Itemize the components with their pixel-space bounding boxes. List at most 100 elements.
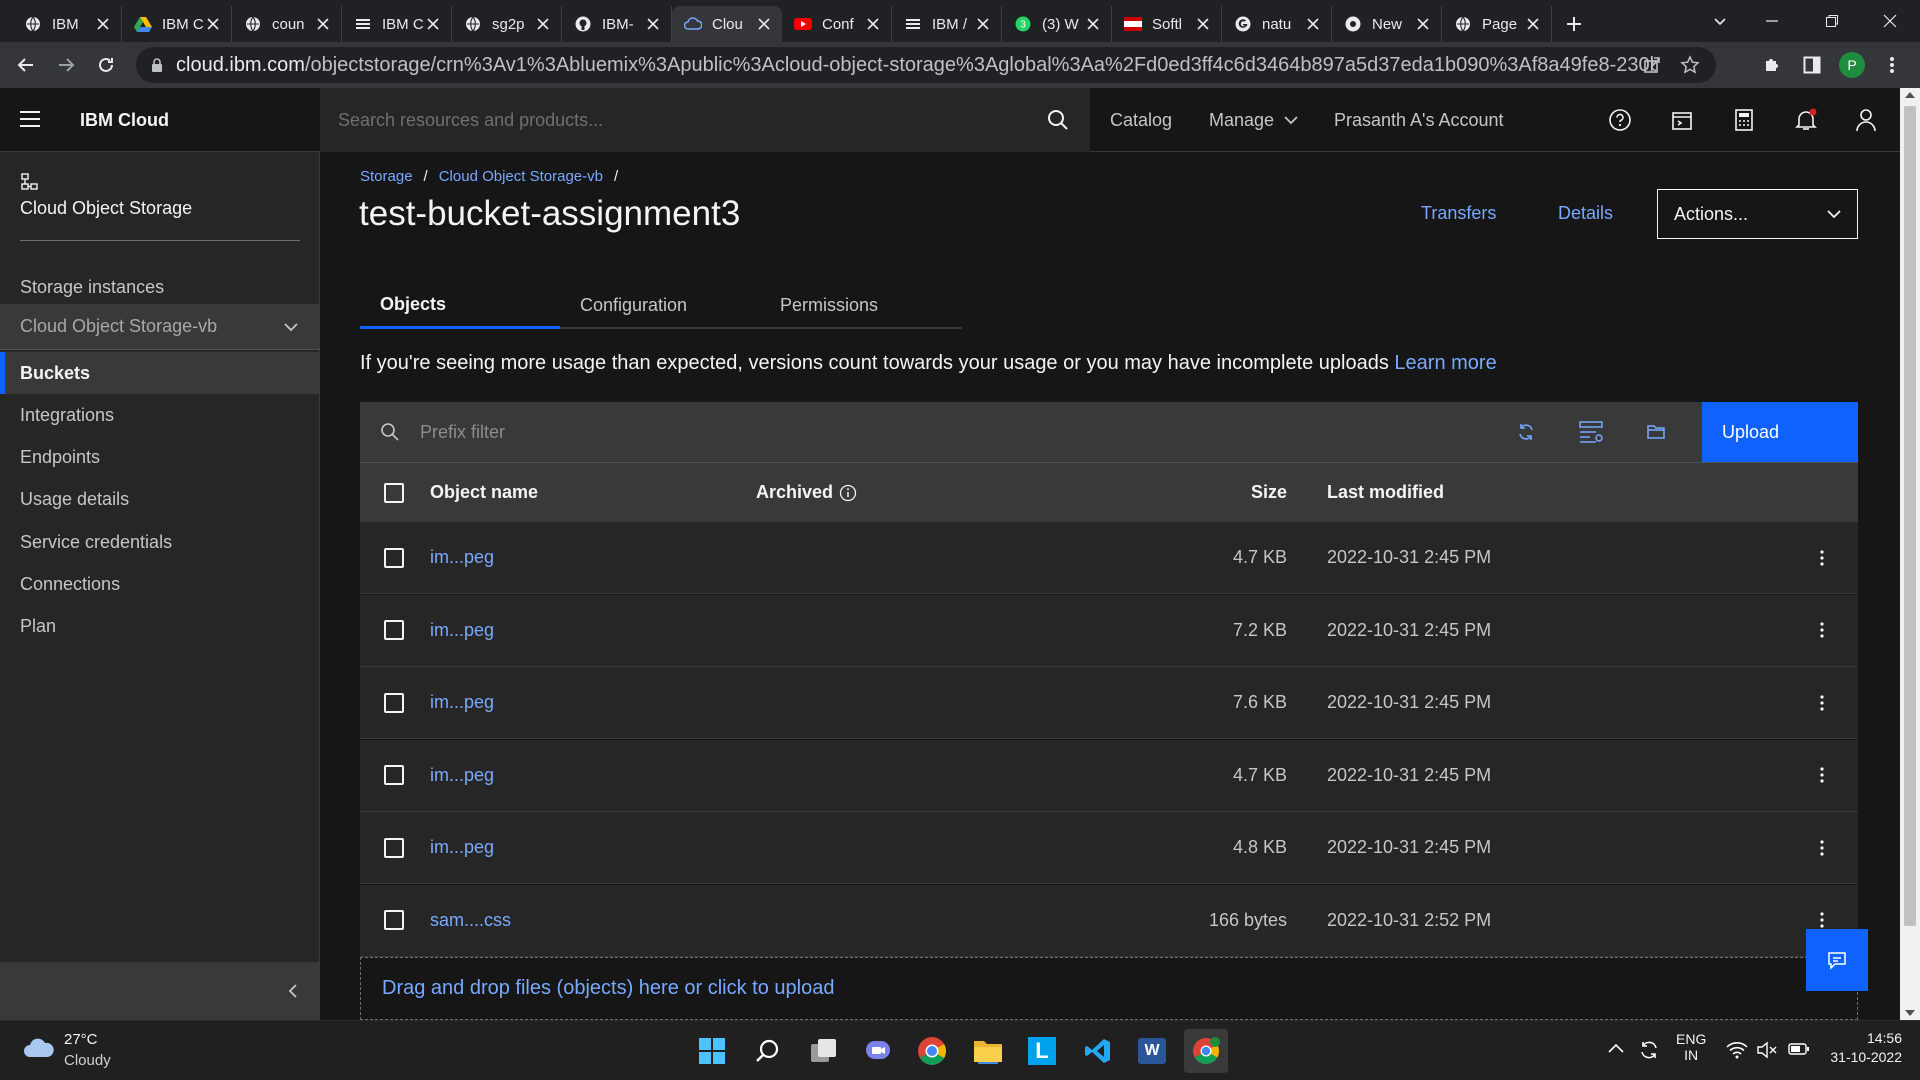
refresh-icon[interactable] (1494, 402, 1558, 462)
table-row[interactable]: im...peg 7.6 KB 2022-10-31 2:45 PM (360, 667, 1858, 739)
close-tab-icon[interactable] (1527, 18, 1541, 30)
object-name-link[interactable]: im...peg (430, 522, 494, 593)
page-scrollbar[interactable] (1900, 88, 1920, 1020)
profile-avatar[interactable]: P (1832, 45, 1872, 85)
object-name-link[interactable]: sam....css (430, 885, 511, 956)
overflow-menu-icon[interactable] (1802, 522, 1842, 593)
sidebar-item-plan[interactable]: Plan (0, 606, 320, 648)
transfers-link[interactable]: Transfers (1421, 203, 1496, 224)
close-window-button[interactable] (1860, 0, 1920, 42)
close-tab-icon[interactable] (1087, 18, 1101, 30)
browser-tab[interactable]: coun (232, 6, 342, 42)
sidebar-item-usage-details[interactable]: Usage details (0, 479, 320, 521)
restore-button[interactable] (1802, 0, 1862, 42)
close-tab-icon[interactable] (647, 18, 661, 30)
browser-tab[interactable]: IBM C (122, 6, 232, 42)
close-tab-icon[interactable] (207, 18, 221, 30)
sidebar-item-service-credentials[interactable]: Service credentials (0, 521, 320, 563)
user-profile-icon[interactable] (1840, 88, 1892, 152)
sidebar-item-connections[interactable]: Connections (0, 564, 320, 606)
table-row[interactable]: sam....css 166 bytes 2022-10-31 2:52 PM (360, 884, 1858, 957)
teams-chat-icon[interactable] (856, 1029, 900, 1073)
system-clock[interactable]: 14:56 31-10-2022 (1828, 1030, 1902, 1065)
close-tab-icon[interactable] (97, 18, 111, 30)
tab-objects[interactable]: Objects (360, 283, 560, 329)
cloudy-weather-icon[interactable] (22, 1035, 56, 1059)
global-search[interactable]: Search resources and products... (320, 88, 1090, 152)
browser-menu-icon[interactable] (1872, 45, 1912, 85)
catalog-link[interactable]: Catalog (1110, 88, 1172, 152)
browser-tab[interactable]: Conf (782, 6, 892, 42)
browser-tab[interactable]: IBM (12, 6, 122, 42)
object-name-link[interactable]: im...peg (430, 812, 494, 883)
actions-dropdown[interactable]: Actions... (1657, 189, 1858, 239)
close-tab-icon[interactable] (758, 18, 772, 30)
extensions-icon[interactable] (1752, 45, 1792, 85)
table-row[interactable]: im...peg 4.8 KB 2022-10-31 2:45 PM (360, 812, 1858, 884)
close-tab-icon[interactable] (1307, 18, 1321, 30)
manage-menu[interactable]: Manage (1209, 88, 1298, 152)
browser-tab[interactable]: natu (1222, 6, 1332, 42)
prefix-filter-input[interactable]: Prefix filter (420, 422, 505, 443)
sidebar-item-buckets[interactable]: Buckets (0, 352, 320, 394)
browser-tab[interactable]: Softl (1112, 6, 1222, 42)
cost-estimator-icon[interactable] (1656, 88, 1708, 152)
overflow-menu-icon[interactable] (1802, 812, 1842, 883)
info-icon[interactable] (839, 484, 857, 502)
scroll-up-arrow-icon[interactable] (1905, 92, 1915, 98)
sidebar-item-storage-instances[interactable]: Storage instances (0, 266, 320, 308)
notifications-bell-icon[interactable] (1780, 88, 1832, 152)
object-name-link[interactable]: im...peg (430, 667, 494, 738)
browser-tab[interactable]: Page (1442, 6, 1552, 42)
header-object-name[interactable]: Object name (430, 463, 538, 522)
bookmark-star-icon[interactable] (1680, 55, 1700, 75)
sidebar-item-endpoints[interactable]: Endpoints (0, 437, 320, 479)
chrome-icon[interactable] (910, 1029, 954, 1073)
reload-button[interactable] (86, 45, 126, 85)
weather-desc[interactable]: Cloudy (64, 1052, 111, 1069)
breadcrumb-instance[interactable]: Cloud Object Storage-vb (439, 168, 603, 185)
help-icon[interactable] (1594, 88, 1646, 152)
l-app-icon[interactable]: L (1020, 1029, 1064, 1073)
table-row[interactable]: im...peg 4.7 KB 2022-10-31 2:45 PM (360, 739, 1858, 812)
row-checkbox[interactable] (384, 692, 404, 713)
row-checkbox[interactable] (384, 837, 404, 858)
calculator-icon[interactable] (1718, 88, 1770, 152)
volume-muted-icon[interactable] (1756, 1041, 1778, 1059)
header-last-modified[interactable]: Last modified (1327, 463, 1444, 522)
browser-tab[interactable]: Clou (672, 6, 782, 42)
close-tab-icon[interactable] (867, 18, 881, 30)
back-button[interactable] (6, 45, 46, 85)
share-icon[interactable] (1642, 55, 1662, 75)
tab-configuration[interactable]: Configuration (560, 283, 760, 329)
tab-search-button[interactable] (1690, 0, 1750, 42)
upload-dropzone[interactable]: Drag and drop files (objects) here or cl… (360, 957, 1858, 1020)
address-bar[interactable]: cloud.ibm.com/objectstorage/crn%3Av1%3Ab… (136, 47, 1716, 83)
scroll-down-arrow-icon[interactable] (1905, 1010, 1915, 1016)
lock-icon[interactable] (150, 57, 164, 73)
battery-icon[interactable] (1788, 1041, 1810, 1057)
overflow-menu-icon[interactable] (1802, 740, 1842, 811)
breadcrumb-storage[interactable]: Storage (360, 168, 413, 185)
column-settings-icon[interactable] (1559, 402, 1623, 462)
details-link[interactable]: Details (1558, 203, 1613, 224)
upload-button[interactable]: Upload (1702, 402, 1858, 462)
browser-tab[interactable]: sg2p (452, 6, 562, 42)
new-tab-button[interactable] (1552, 6, 1596, 42)
feedback-chat-button[interactable] (1806, 929, 1868, 991)
instance-selector[interactable]: Cloud Object Storage-vb (0, 304, 320, 350)
object-name-link[interactable]: im...peg (430, 740, 494, 811)
sidebar-item-integrations[interactable]: Integrations (0, 394, 320, 436)
row-checkbox[interactable] (384, 547, 404, 568)
file-explorer-icon[interactable] (966, 1029, 1010, 1073)
side-panel-icon[interactable] (1792, 45, 1832, 85)
search-icon[interactable] (1026, 109, 1090, 131)
input-language-indicator[interactable]: ENG IN (1676, 1031, 1706, 1063)
task-view-icon[interactable] (802, 1029, 846, 1073)
browser-tab[interactable]: IBM C (342, 6, 452, 42)
dropzone-text[interactable]: Drag and drop files (objects) here or cl… (382, 977, 834, 1000)
overflow-menu-icon[interactable] (1802, 667, 1842, 738)
hamburger-menu-icon[interactable] (20, 110, 40, 128)
search-input[interactable]: Search resources and products... (338, 110, 1026, 131)
scrollbar-thumb[interactable] (1904, 106, 1916, 926)
